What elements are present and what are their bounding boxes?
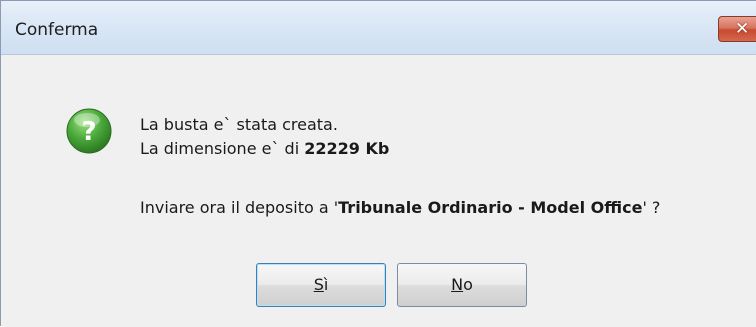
question-icon: ?	[66, 108, 112, 154]
message-line-created: La busta e` stata creata.	[140, 115, 338, 134]
yes-button[interactable]: Sì	[256, 263, 386, 307]
window-title: Conferma	[15, 20, 99, 40]
size-value: 22229 Kb	[304, 139, 390, 158]
office-name: Tribunale Ordinario - Model Office	[338, 198, 643, 217]
yes-mnemonic: S	[313, 275, 324, 294]
close-icon: ✕	[735, 19, 750, 39]
question-prefix: Inviare ora il deposito a '	[140, 198, 339, 217]
size-label: La dimensione e` di	[140, 139, 305, 158]
yes-label-rest: ì	[323, 275, 329, 294]
message-line-size: La dimensione e` di 22229 Kb	[140, 139, 389, 159]
title-bar[interactable]: Conferma ✕	[1, 1, 756, 55]
message-line-question: Inviare ora il deposito a 'Tribunale Ord…	[140, 198, 660, 218]
question-suffix: ' ?	[642, 198, 661, 217]
question-glyph: ?	[81, 117, 96, 147]
close-button[interactable]: ✕	[718, 16, 756, 42]
no-mnemonic: N	[451, 275, 464, 294]
no-button[interactable]: No	[397, 263, 527, 307]
no-label-rest: o	[463, 275, 473, 294]
dialog-content: ? La busta e` stata creata. La dimension…	[2, 55, 756, 327]
confirm-dialog: Conferma ✕ ? La busta e` stata creata. L…	[0, 0, 756, 327]
